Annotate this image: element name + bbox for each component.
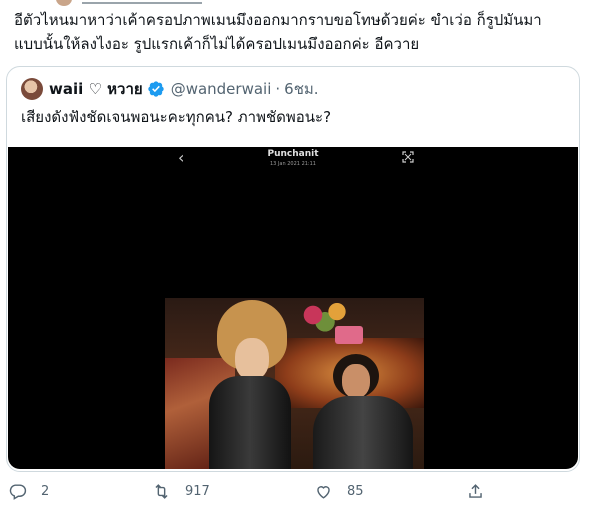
tweet-actions: 2 917 85 xyxy=(0,482,600,506)
verified-badge-icon xyxy=(147,80,165,98)
tweet-text: อีตัวไหนมาหาว่าเค้าครอปภาพเมนมึงออกมากรา… xyxy=(14,11,542,53)
quoted-media[interactable]: ‹ Punchanit 13 Jan 2021 21:11 xyxy=(8,147,578,469)
author-name-fragment xyxy=(82,0,202,4)
share-button[interactable] xyxy=(466,482,499,501)
media-date: 13 Jan 2021 21:11 xyxy=(270,161,316,167)
heart-icon xyxy=(317,486,330,499)
quoted-handle[interactable]: @wanderwaii xyxy=(171,80,272,98)
media-title: Punchanit xyxy=(267,149,319,159)
quoted-photo[interactable] xyxy=(165,298,424,469)
photo-person-right-face xyxy=(342,364,370,398)
quoted-display-name[interactable]: waii ♡ หวาย xyxy=(49,77,143,101)
photo-person-left-face xyxy=(235,338,269,380)
quoted-tweet-card[interactable]: waii ♡ หวาย @wanderwaii · 6ชม. เสียงดังฟ… xyxy=(6,66,580,472)
photo-cake xyxy=(335,326,363,344)
separator-dot: · xyxy=(275,80,281,98)
share-icon xyxy=(469,484,482,498)
reply-button[interactable]: 2 xyxy=(8,482,49,501)
expand-icon xyxy=(402,151,414,163)
reply-count: 2 xyxy=(41,484,50,499)
retweet-icon xyxy=(155,484,168,499)
retweet-count: 917 xyxy=(185,484,210,499)
reply-icon xyxy=(9,484,27,500)
photo-person-left-body xyxy=(209,376,291,469)
like-button[interactable]: 85 xyxy=(314,482,364,501)
avatar xyxy=(56,0,72,6)
quoted-tweet-header: waii ♡ หวาย @wanderwaii · 6ชม. xyxy=(21,77,319,101)
avatar[interactable] xyxy=(21,78,43,100)
quoted-timestamp[interactable]: 6ชม. xyxy=(284,77,318,101)
like-count: 85 xyxy=(347,484,364,499)
retweet-button[interactable]: 917 xyxy=(152,482,210,501)
quoted-tweet-text: เสียงดังฟังชัดเจนพอนะคะทุกคน? ภาพชัดพอนะ… xyxy=(21,108,332,126)
photo-person-right-body xyxy=(313,396,413,469)
previous-tweet-fragment xyxy=(0,0,600,6)
